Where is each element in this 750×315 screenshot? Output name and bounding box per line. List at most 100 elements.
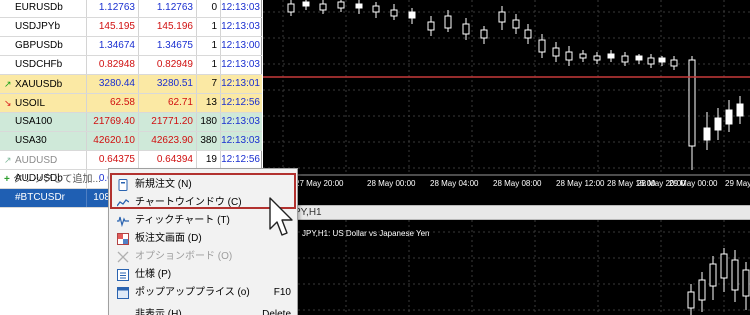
- candle-body: [635, 55, 643, 61]
- candle-body: [593, 55, 601, 61]
- tick-chart-icon: [117, 216, 129, 227]
- quote-time: 12:13:03: [221, 2, 260, 13]
- quote-time: 12:12:56: [221, 97, 260, 108]
- trend-up-icon: ↗: [4, 79, 12, 89]
- candle-body: [524, 29, 532, 39]
- menu-item-shortcut: F10: [273, 287, 291, 298]
- candle-body: [709, 263, 717, 287]
- menu-item-specification[interactable]: 仕様 (P): [109, 266, 299, 284]
- symbol-row[interactable]: EURUSDb 1.12763 1.12763 0 12:13:03: [0, 0, 262, 18]
- time-axis-label: 28 May 08:00: [493, 179, 542, 188]
- candle-body: [462, 23, 470, 35]
- candle-body: [408, 11, 416, 19]
- ask-price: 21771.20: [139, 113, 197, 131]
- menu-item-hide[interactable]: 非表示 (H) Delete: [109, 306, 299, 315]
- symbol-row[interactable]: ↗ XAUUSDb 3280.44 3280.51 7 12:13:01: [0, 75, 262, 94]
- candle-body: [607, 53, 615, 59]
- symbol-row[interactable]: ↘ USOIL 62.58 62.71 13 12:12:56: [0, 94, 262, 113]
- ask-price: 0.64394: [139, 151, 197, 169]
- depth-of-market-icon: [117, 233, 129, 245]
- menu-item-label: オプションボード (O): [135, 251, 233, 262]
- candle-body: [687, 291, 695, 309]
- spread-value: 1: [197, 18, 221, 36]
- bid-price: 1.34674: [87, 37, 139, 55]
- time-axis-label: 27 May 20:00: [295, 179, 344, 188]
- price-chart-top[interactable]: 025 27 May 20:00 28 May 00:00 28 May 04:…: [263, 0, 750, 205]
- candle-body: [319, 3, 327, 11]
- time-axis-label: 29 May 04:00: [725, 179, 750, 188]
- menu-item-label: 仕様 (P): [135, 269, 172, 280]
- symbol-row[interactable]: USDCHFb 0.82948 0.82949 1 12:13:03: [0, 56, 262, 75]
- candlestick-chart-top: [263, 0, 750, 176]
- ask-price: 42623.90: [139, 132, 197, 150]
- symbol-cell: ↘ USOIL: [0, 94, 87, 112]
- option-board-icon: [117, 251, 129, 263]
- symbol-cell: #BTCUSDr: [0, 189, 87, 207]
- symbol-row[interactable]: USDJPYb 145.195 145.196 1 12:13:03: [0, 18, 262, 37]
- candle-body: [658, 57, 666, 63]
- time-axis-label: 28 May 00:00: [367, 179, 416, 188]
- time-axis-label: 28 May 12:00: [556, 179, 605, 188]
- menu-item-label: ポップアッププライス (o): [135, 287, 250, 298]
- candle-body: [647, 57, 655, 65]
- symbol-name: XAUUSDb: [15, 79, 63, 90]
- specification-icon: [117, 269, 129, 281]
- symbol-cell: GBPUSDb: [0, 37, 87, 55]
- ask-price: 62.71: [139, 94, 197, 112]
- ask-price: 1.34675: [139, 37, 197, 55]
- add-symbol-label: クリックして追加...: [12, 174, 101, 185]
- bid-price: 3280.44: [87, 75, 139, 93]
- popup-prices-icon: [117, 287, 129, 299]
- chart-tab-bar: JPY,H1: [263, 205, 750, 220]
- ask-price: 1.12763: [139, 0, 197, 17]
- bid-price: 21769.40: [87, 113, 139, 131]
- candle-body: [703, 127, 711, 141]
- candle-body: [444, 15, 452, 29]
- menu-item-popup-prices[interactable]: ポップアッププライス (o) F10: [109, 284, 299, 302]
- menu-item-option-board[interactable]: オプションボード (O): [109, 248, 299, 266]
- ask-price: 3280.51: [139, 75, 197, 93]
- quote-time: 12:13:03: [221, 116, 260, 127]
- menu-item-label: 板注文画面 (D): [135, 233, 202, 244]
- quote-time: 12:13:00: [221, 40, 260, 51]
- quote-time: 12:13:03: [221, 135, 260, 146]
- menu-item-label: 非表示 (H): [135, 309, 182, 315]
- plus-icon: +: [4, 174, 10, 185]
- candle-body: [714, 117, 722, 131]
- symbol-name: EURUSDb: [15, 2, 63, 13]
- symbol-cell: USA100: [0, 113, 87, 131]
- time-axis: 025 27 May 20:00 28 May 00:00 28 May 04:…: [263, 179, 750, 191]
- symbol-name: #BTCUSDr: [15, 192, 66, 203]
- candle-body: [480, 29, 488, 39]
- symbol-row[interactable]: GBPUSDb 1.34674 1.34675 1 12:13:00: [0, 37, 262, 56]
- spread-value: 180: [197, 113, 221, 131]
- bid-price: 0.82948: [87, 56, 139, 74]
- spread-value: 13: [197, 94, 221, 112]
- ask-price: 145.196: [139, 18, 197, 36]
- symbol-name: USA100: [15, 116, 53, 127]
- candle-body: [731, 259, 739, 291]
- bid-price: 42620.10: [87, 132, 139, 150]
- symbol-cell: USDCHFb: [0, 56, 87, 74]
- candle-body: [565, 51, 573, 61]
- bid-price: 62.58: [87, 94, 139, 112]
- quote-time: 12:13:01: [221, 78, 260, 89]
- symbol-name: USDJPYb: [15, 21, 61, 32]
- candle-body: [512, 19, 520, 29]
- symbol-cell: ↗ AUDUSD: [0, 151, 87, 169]
- candle-body: [337, 1, 345, 9]
- symbol-name: GBPUSDb: [15, 40, 63, 51]
- candle-body: [427, 21, 435, 31]
- bid-price: 0.64375: [87, 151, 139, 169]
- candle-body: [742, 269, 750, 297]
- candle-body: [621, 55, 629, 63]
- symbol-row[interactable]: USA30 42620.10 42623.90 380 12:13:03: [0, 132, 262, 151]
- price-chart-bottom[interactable]: JPY,H1: US Dollar vs Japanese Yen: [263, 220, 750, 315]
- candle-body: [720, 253, 728, 279]
- symbol-row[interactable]: USA100 21769.40 21771.20 180 12:13:03: [0, 113, 262, 132]
- candle-body: [736, 103, 744, 117]
- ask-price: 0.82949: [139, 56, 197, 74]
- spread-value: 1: [197, 37, 221, 55]
- candle-body: [698, 279, 706, 301]
- candle-body: [498, 11, 506, 23]
